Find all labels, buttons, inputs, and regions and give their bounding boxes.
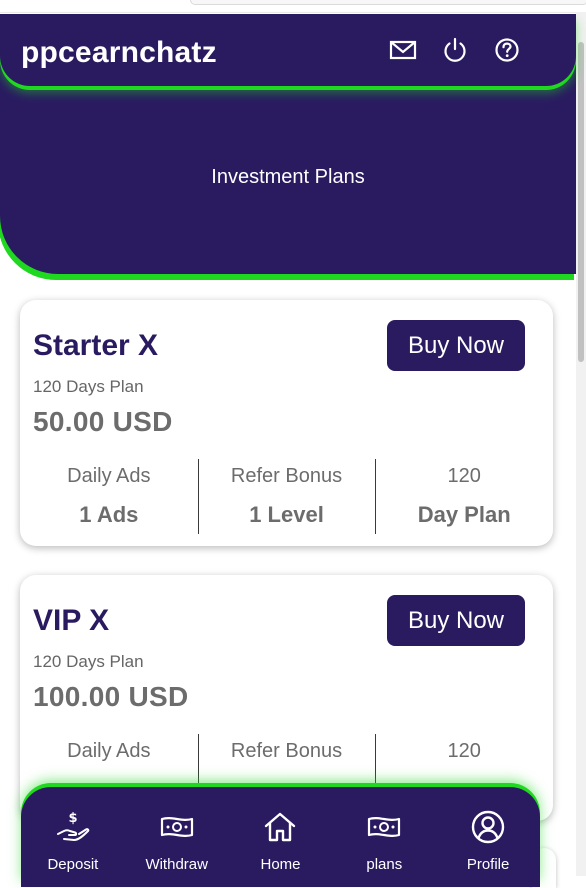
plan-name: VIP X (33, 604, 110, 637)
address-bar-fragment (190, 0, 586, 5)
nav-profile[interactable]: Profile (436, 787, 540, 887)
svg-text:$: $ (68, 811, 77, 826)
plan-price: 50.00 USD (33, 406, 173, 437)
plan-name: Starter X (33, 329, 159, 362)
page-scrollbar[interactable] (576, 12, 586, 876)
plan-card: VIP X Buy Now 120 Days Plan 100.00 USD D… (20, 575, 553, 821)
nav-withdraw[interactable]: Withdraw (125, 787, 229, 887)
brand-logo-text: ppcearnchatz (21, 36, 217, 69)
stat-refer-bonus: Refer Bonus 1 Level (197, 459, 376, 534)
banknote-icon (157, 807, 197, 847)
stat-label: 120 (447, 465, 481, 487)
nav-label: Home (260, 856, 301, 873)
stat-value: 1 Level (249, 502, 324, 527)
buy-now-button[interactable]: Buy Now (387, 320, 525, 371)
plan-price: 100.00 USD (33, 681, 189, 712)
stat-label: Daily Ads (67, 465, 151, 487)
stat-value: Day Plan (417, 502, 511, 527)
banknote-icon (364, 807, 404, 847)
browser-top-strip (0, 0, 586, 13)
plan-duration: 120 Days Plan (33, 652, 144, 671)
page-title: Investment Plans (211, 166, 365, 188)
nav-label: Deposit (47, 856, 99, 873)
nav-deposit[interactable]: $ Deposit (21, 787, 125, 887)
stat-label: Daily Ads (67, 740, 151, 762)
plan-duration: 120 Days Plan (33, 377, 144, 396)
power-icon[interactable] (440, 35, 470, 65)
app-header: ppcearnchatz (0, 14, 576, 86)
stat-day-plan: 120 Day Plan (375, 459, 553, 534)
stat-daily-ads: Daily Ads 1 Ads (20, 459, 198, 534)
nav-label: plans (366, 856, 403, 873)
stat-label: Refer Bonus (230, 740, 343, 762)
buy-now-button[interactable]: Buy Now (387, 595, 525, 646)
nav-plans[interactable]: plans (332, 787, 436, 887)
stat-label: Refer Bonus (230, 465, 343, 487)
stat-value: 1 Ads (79, 502, 139, 527)
bottom-nav: $ Deposit Withdraw Home plans Profile (21, 787, 540, 887)
plan-card: Starter X Buy Now 120 Days Plan 50.00 US… (20, 300, 553, 546)
mail-icon[interactable] (388, 35, 418, 65)
nav-label: Profile (466, 856, 510, 873)
home-icon (260, 807, 300, 847)
help-icon[interactable] (492, 35, 522, 65)
deposit-hand-dollar-icon: $ (53, 807, 93, 847)
scrollbar-thumb[interactable] (578, 42, 584, 362)
stat-label: 120 (447, 740, 481, 762)
user-circle-icon (468, 807, 508, 847)
nav-label: Withdraw (145, 856, 208, 873)
nav-home[interactable]: Home (229, 787, 333, 887)
plan-stats: Daily Ads 1 Ads Refer Bonus 1 Level 120 … (20, 459, 553, 534)
